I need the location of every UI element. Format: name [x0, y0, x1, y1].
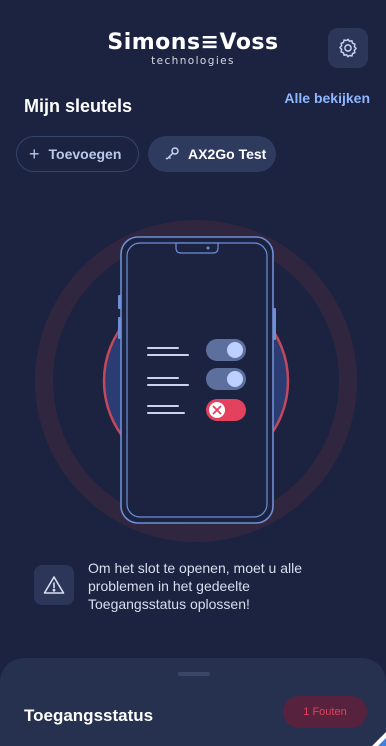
toggle-error	[206, 399, 246, 421]
toggle-on-1	[206, 339, 246, 361]
key-chip-label: AX2Go Test	[188, 146, 267, 162]
gear-icon	[339, 38, 357, 58]
plus-icon: +	[29, 143, 40, 164]
toggle-on-2	[206, 368, 246, 390]
sheet-drag-handle[interactable]	[178, 672, 210, 676]
access-status-title: Toegangsstatus	[24, 706, 154, 725]
warning-icon-box	[34, 565, 74, 605]
add-key-button[interactable]: + Toevoegen	[16, 136, 139, 172]
access-illustration	[35, 220, 357, 542]
error-count-badge[interactable]: 1 Fouten	[283, 696, 367, 728]
my-keys-title: Mijn sleutels	[24, 96, 133, 116]
settings-button[interactable]	[328, 28, 368, 68]
key-icon	[165, 147, 179, 160]
key-chip-ax2go[interactable]: AX2Go Test	[148, 136, 276, 172]
warning-triangle-icon	[43, 576, 65, 594]
corner-decoration	[372, 732, 386, 746]
add-key-label: Toevoegen	[48, 146, 122, 162]
warning-message: Om het slot te openen, moet u alle probl…	[88, 560, 303, 612]
phone-illustration	[118, 236, 276, 524]
access-status-sheet[interactable]: Toegangsstatus 1 Fouten	[0, 658, 386, 746]
app-header: Simons≡Voss technologies	[0, 0, 386, 90]
see-all-link[interactable]: Alle bekijken	[284, 90, 370, 106]
